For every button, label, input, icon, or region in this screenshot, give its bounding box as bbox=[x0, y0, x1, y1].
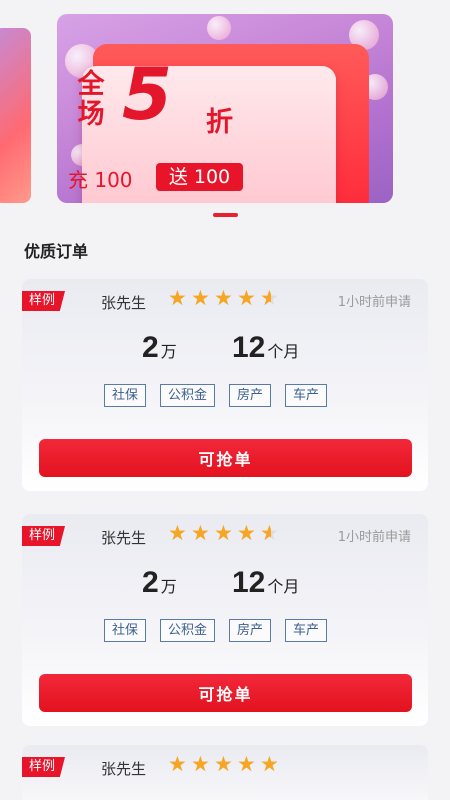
rating-stars: ★ ★ ★ ★ ★ ★ ★ ★ ★ ★ bbox=[168, 753, 281, 777]
star-fill: ★ bbox=[214, 753, 233, 775]
star-fill: ★ bbox=[168, 287, 187, 309]
promo-carousel[interactable]: 全场 5 折 充 100 送 100 bbox=[0, 0, 450, 225]
loan-amount-value: 2 bbox=[142, 331, 159, 364]
customer-name: 张先生 bbox=[101, 294, 147, 312]
carousel-indicator[interactable] bbox=[213, 213, 238, 217]
loan-term-unit: 个月 bbox=[267, 577, 300, 596]
customer-name: 张先生 bbox=[101, 529, 147, 547]
asset-tag-vehicle: 车产 bbox=[285, 619, 328, 642]
star-icon: ★ ★ bbox=[260, 753, 281, 775]
star-icon: ★ ★ bbox=[191, 287, 212, 309]
star-fill: ★ bbox=[191, 522, 210, 544]
order-card[interactable]: 样例 张先生 ★ ★ ★ ★ ★ ★ ★ ★ ★ ★ 1小时前申请 2 万 12 个月 社保 公积… bbox=[22, 279, 428, 491]
star-fill: ★ bbox=[260, 522, 271, 544]
asset-tag-housing-fund: 公积金 bbox=[160, 619, 216, 642]
star-fill: ★ bbox=[237, 522, 256, 544]
star-icon: ★ ★ bbox=[168, 287, 189, 309]
section-title: 优质订单 bbox=[24, 242, 89, 261]
loan-term-unit: 个月 bbox=[267, 342, 300, 361]
loan-amount: 2 万 bbox=[142, 566, 177, 600]
promo-discount-unit: 折 bbox=[206, 107, 233, 138]
sample-badge: 样例 bbox=[22, 291, 66, 311]
star-icon: ★ ★ bbox=[168, 753, 189, 775]
sample-badge: 样例 bbox=[22, 526, 66, 546]
promo-discount-number: 5 bbox=[122, 52, 173, 136]
asset-tag-property: 房产 bbox=[229, 384, 272, 407]
star-icon: ★ ★ bbox=[214, 522, 235, 544]
asset-tag-property: 房产 bbox=[229, 619, 272, 642]
sample-badge: 样例 bbox=[22, 757, 66, 777]
loan-amount-unit: 万 bbox=[160, 577, 177, 596]
loan-amount: 2 万 bbox=[142, 331, 177, 365]
star-fill: ★ bbox=[237, 753, 256, 775]
star-icon: ★ ★ bbox=[237, 753, 258, 775]
star-fill: ★ bbox=[191, 753, 210, 775]
star-fill: ★ bbox=[168, 753, 187, 775]
asset-tags: 社保 公积金 房产 车产 bbox=[104, 384, 328, 407]
star-fill: ★ bbox=[237, 287, 256, 309]
grab-order-button[interactable]: 可抢单 bbox=[39, 674, 412, 712]
asset-tags: 社保 公积金 房产 车产 bbox=[104, 619, 328, 642]
apply-time: 1小时前申请 bbox=[337, 530, 411, 545]
loan-amount-unit: 万 bbox=[160, 342, 177, 361]
asset-tag-housing-fund: 公积金 bbox=[160, 384, 216, 407]
apply-time: 1小时前申请 bbox=[337, 295, 411, 310]
star-icon: ★ ★ bbox=[237, 522, 258, 544]
loan-term-value: 12 bbox=[232, 331, 266, 364]
star-fill: ★ bbox=[214, 522, 233, 544]
asset-tag-social-security: 社保 bbox=[104, 619, 147, 642]
star-fill: ★ bbox=[191, 287, 210, 309]
loan-amount-value: 2 bbox=[142, 566, 159, 599]
loan-term-value: 12 bbox=[232, 566, 266, 599]
order-card[interactable]: 样例 张先生 ★ ★ ★ ★ ★ ★ ★ ★ ★ ★ 1小时前申请 2 万 12 个月 社保 公积… bbox=[22, 514, 428, 726]
grab-order-button[interactable]: 可抢单 bbox=[39, 439, 412, 477]
carousel-prev-slide[interactable] bbox=[0, 28, 31, 203]
star-icon: ★ ★ bbox=[214, 753, 235, 775]
promo-gift-badge: 送 100 bbox=[156, 163, 243, 191]
star-icon: ★ ★ bbox=[214, 287, 235, 309]
loan-term: 12 个月 bbox=[232, 331, 299, 365]
star-icon: ★ ★ bbox=[191, 753, 212, 775]
asset-tag-social-security: 社保 bbox=[104, 384, 147, 407]
star-fill: ★ bbox=[168, 522, 187, 544]
promo-charge-text: 充 100 bbox=[68, 168, 133, 192]
rating-stars: ★ ★ ★ ★ ★ ★ ★ ★ ★ ★ bbox=[168, 522, 281, 546]
star-icon: ★ ★ bbox=[260, 286, 279, 310]
star-fill: ★ bbox=[260, 287, 271, 309]
star-icon: ★ ★ bbox=[260, 521, 279, 545]
asset-tag-vehicle: 车产 bbox=[285, 384, 328, 407]
star-fill: ★ bbox=[214, 287, 233, 309]
promo-vertical-text: 全场 bbox=[77, 69, 105, 130]
rating-stars: ★ ★ ★ ★ ★ ★ ★ ★ ★ ★ bbox=[168, 287, 281, 311]
decor-bubble bbox=[207, 16, 231, 40]
star-fill: ★ bbox=[260, 753, 279, 775]
loan-term: 12 个月 bbox=[232, 566, 299, 600]
customer-name: 张先生 bbox=[101, 760, 147, 778]
star-icon: ★ ★ bbox=[191, 522, 212, 544]
star-icon: ★ ★ bbox=[168, 522, 189, 544]
order-card[interactable]: 样例 张先生 ★ ★ ★ ★ ★ ★ ★ ★ ★ ★ bbox=[22, 745, 428, 800]
star-icon: ★ ★ bbox=[237, 287, 258, 309]
